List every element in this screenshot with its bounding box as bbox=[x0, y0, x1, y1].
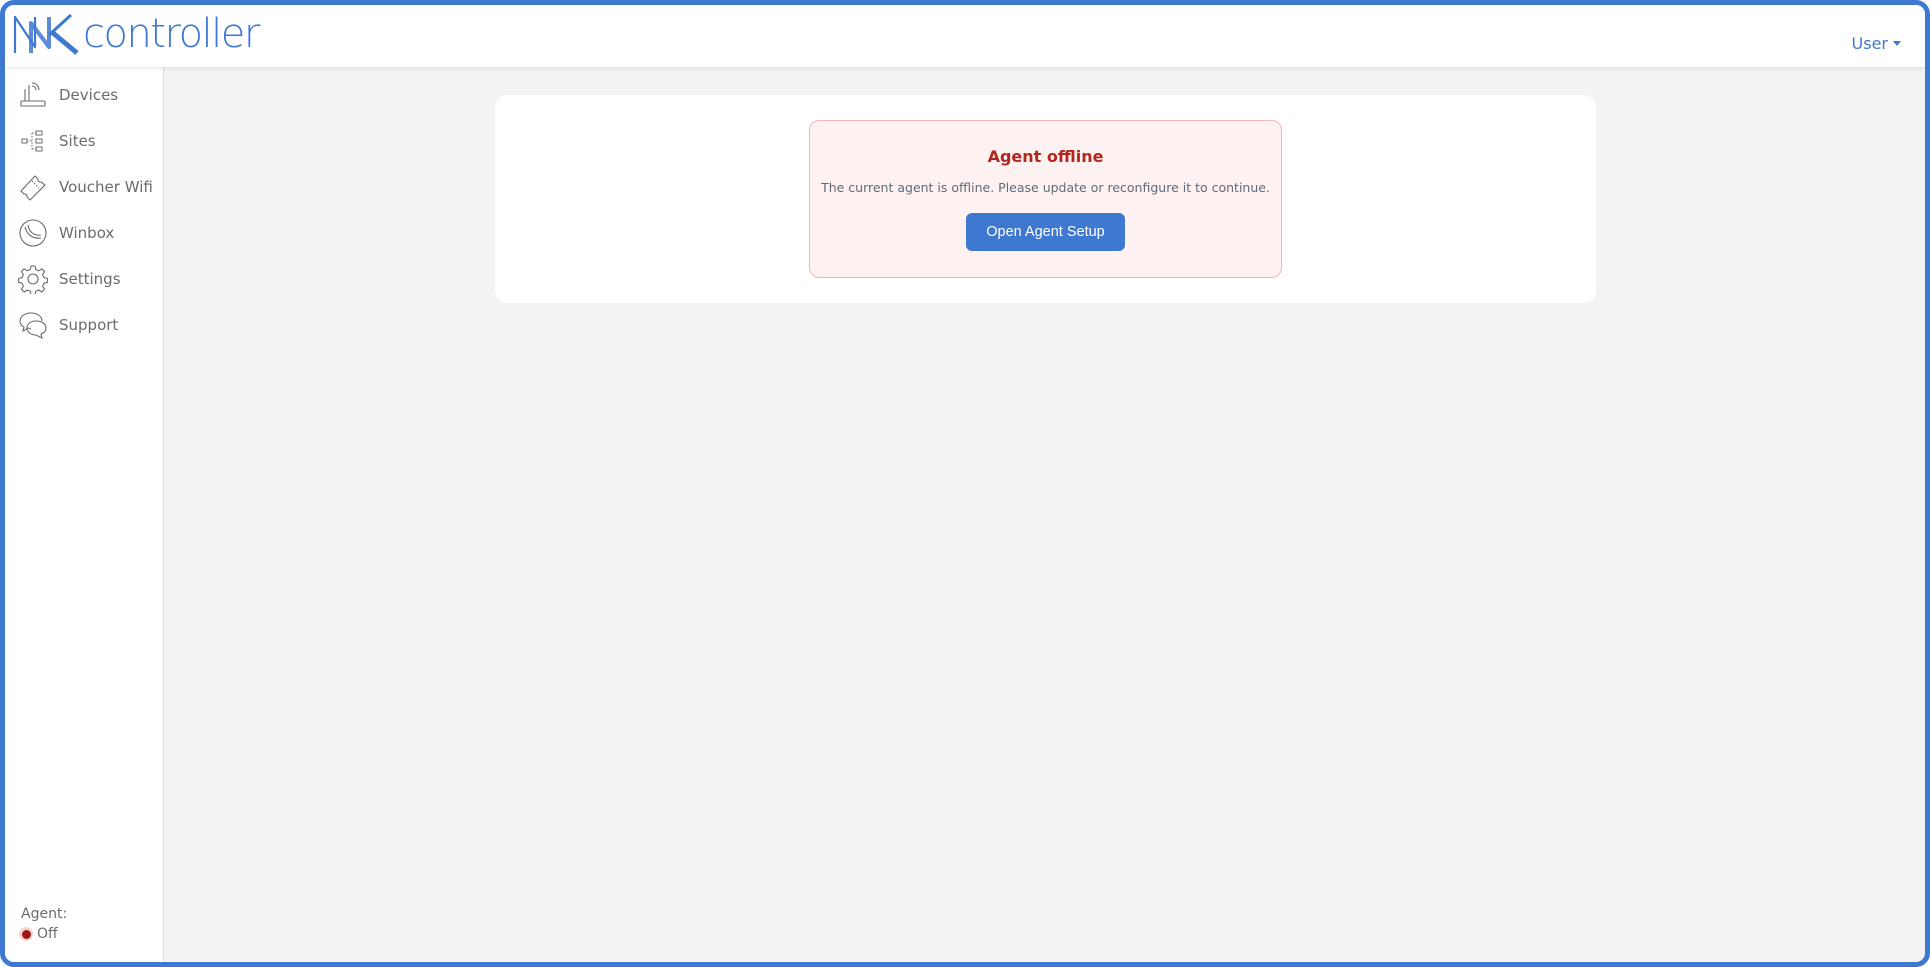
agent-status-label: Agent: bbox=[21, 906, 68, 922]
top-navbar: controller User bbox=[5, 5, 1925, 67]
sidebar-item-support[interactable]: Support bbox=[17, 307, 118, 343]
sidebar-item-label: Sites bbox=[59, 132, 96, 150]
sidebar-item-devices[interactable]: Devices bbox=[17, 77, 118, 113]
user-menu-label: User bbox=[1851, 34, 1888, 53]
sidebar-item-label: Devices bbox=[59, 86, 119, 104]
chat-bubbles-icon bbox=[17, 309, 49, 341]
sidebar-item-sites[interactable]: Sites bbox=[17, 123, 96, 159]
sitemap-icon bbox=[17, 125, 49, 157]
agent-status: Agent: Off bbox=[19, 906, 68, 942]
alert-message: The current agent is offline. Please upd… bbox=[821, 180, 1270, 195]
sidebar-item-label: Support bbox=[59, 316, 119, 334]
mk-logo-icon bbox=[13, 13, 79, 55]
brand-logo[interactable]: controller bbox=[9, 7, 260, 57]
sidebar-item-label: Winbox bbox=[59, 224, 115, 242]
caret-down-icon bbox=[1893, 41, 1901, 46]
agent-status-value: Off bbox=[37, 926, 58, 942]
ticket-icon bbox=[17, 171, 49, 203]
sidebar-item-settings[interactable]: Settings bbox=[17, 261, 121, 297]
alert-title: Agent offline bbox=[987, 147, 1104, 166]
sidebar-item-voucher-wifi[interactable]: Voucher Wifi bbox=[17, 169, 153, 205]
main-card: Agent offline The current agent is offli… bbox=[495, 95, 1596, 303]
logo-text: controller bbox=[83, 11, 260, 57]
router-icon bbox=[17, 79, 49, 111]
app-window: controller User Devices Sites Voucher Wi… bbox=[0, 0, 1930, 967]
winbox-icon bbox=[17, 217, 49, 249]
gear-icon bbox=[17, 263, 49, 295]
sidebar-item-label: Settings bbox=[59, 270, 121, 288]
open-agent-setup-button[interactable]: Open Agent Setup bbox=[966, 213, 1125, 251]
sidebar: Devices Sites Voucher Wifi Winbox Settin… bbox=[5, 67, 164, 962]
sidebar-item-winbox[interactable]: Winbox bbox=[17, 215, 114, 251]
sidebar-item-label: Voucher Wifi bbox=[59, 178, 153, 196]
user-menu-dropdown[interactable]: User bbox=[1852, 34, 1901, 53]
status-dot-icon bbox=[19, 927, 33, 941]
agent-offline-alert: Agent offline The current agent is offli… bbox=[809, 120, 1282, 278]
